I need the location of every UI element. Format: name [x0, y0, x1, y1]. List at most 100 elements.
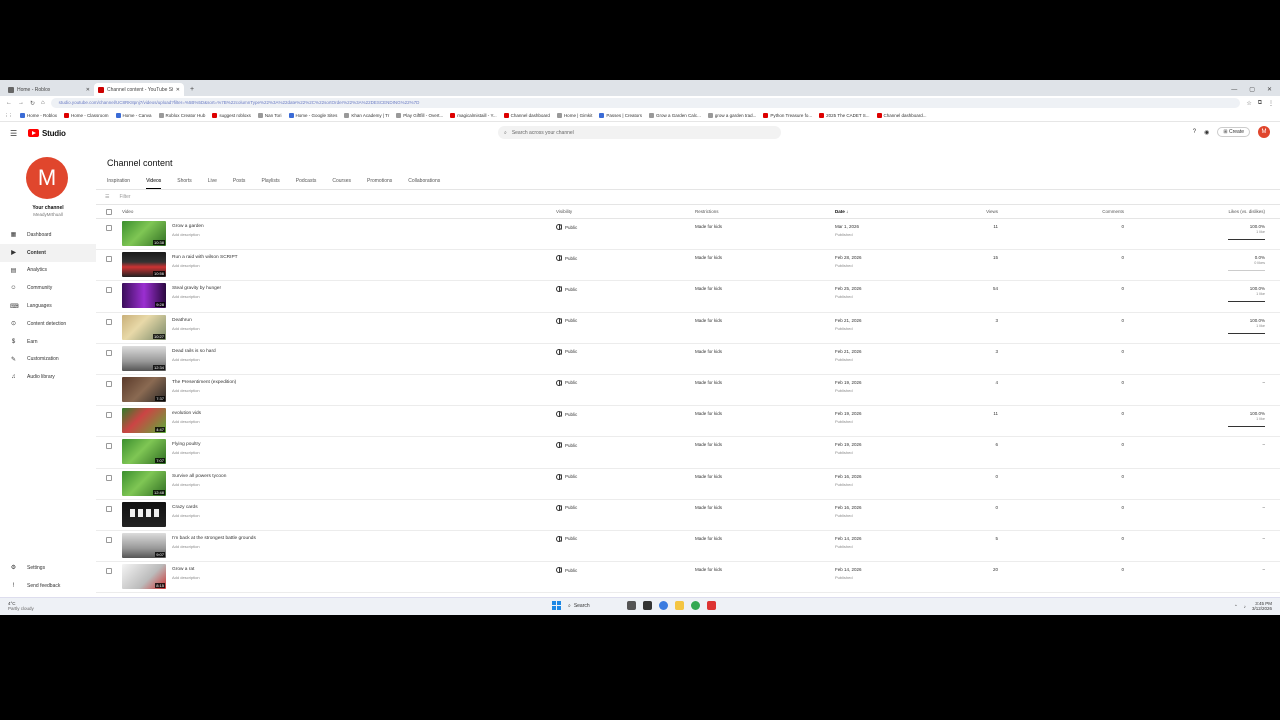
sidebar-item-community[interactable]: ☺ Community — [0, 279, 96, 297]
menu-icon[interactable]: ⋮ — [1268, 100, 1274, 107]
file-explorer-icon[interactable] — [675, 601, 684, 610]
tray-chevron-icon[interactable]: ⌃ — [1234, 604, 1238, 609]
tab-videos[interactable]: Videos — [146, 178, 162, 189]
visibility-cell[interactable]: Public — [556, 379, 577, 386]
bookmark-item[interactable]: Home - Roblox — [20, 113, 57, 118]
table-row[interactable]: 9:07 I'm back at the strongest battle gro… — [96, 531, 1280, 563]
bookmark-item[interactable]: suggest robloxs — [212, 113, 251, 118]
visibility-cell[interactable]: Public — [556, 317, 577, 324]
home-icon[interactable]: ⌂ — [41, 100, 45, 106]
taskbar-search[interactable]: ⌕ Search — [568, 603, 620, 609]
bookmark-item[interactable]: magicalmistaill - Y... — [450, 113, 497, 118]
tab-inspiration[interactable]: Inspiration — [107, 178, 130, 189]
video-thumbnail[interactable] — [122, 501, 166, 527]
video-thumbnail[interactable]: 8:15 — [122, 564, 166, 590]
edge-icon[interactable] — [659, 601, 668, 610]
sidebar-item-settings[interactable]: ⚙ Settings — [0, 559, 96, 577]
visibility-cell[interactable]: Public — [556, 411, 577, 418]
sidebar-item-send-feedback[interactable]: ! Send feedback — [0, 577, 96, 595]
filter-icon[interactable]: ☰ — [105, 194, 109, 200]
apps-icon[interactable]: ⋮⋮ — [4, 113, 13, 119]
visibility-cell[interactable]: Public — [556, 442, 577, 449]
tab-shorts[interactable]: Shorts — [177, 178, 191, 189]
video-thumbnail[interactable]: 12:34 — [122, 345, 166, 371]
tab-live[interactable]: Live — [208, 178, 217, 189]
row-checkbox[interactable] — [106, 505, 112, 512]
column-likes[interactable]: Likes (vs. dislikes) — [1196, 209, 1265, 214]
volume-icon[interactable]: ♪ — [1244, 604, 1246, 609]
visibility-cell[interactable]: Public — [556, 224, 577, 230]
video-thumbnail[interactable]: 7:07 — [122, 439, 166, 465]
close-icon[interactable]: ✕ — [1267, 86, 1272, 93]
minimize-icon[interactable]: — — [1231, 87, 1237, 93]
table-row[interactable]: 10:38 Grow a garden Add description Public M… — [96, 219, 1280, 251]
bookmark-item[interactable]: Khan Academy | Tr — [344, 113, 389, 118]
bookmark-item[interactable]: Nan Tori — [257, 113, 282, 118]
tab-playlists[interactable]: Playlists — [261, 178, 279, 189]
visibility-cell[interactable]: Public — [556, 348, 577, 355]
bookmark-item[interactable]: Home | Gimkit — [556, 113, 592, 118]
sidebar-item-content-detection[interactable]: ⊙ Content detection — [0, 315, 96, 333]
column-comments[interactable]: Comments — [1084, 209, 1124, 214]
video-thumbnail[interactable]: 4:47 — [122, 408, 166, 434]
help-icon[interactable]: ? — [1193, 129, 1196, 135]
video-title[interactable]: Dead rails is so hard — [172, 349, 216, 354]
video-thumbnail[interactable]: 10:56 — [122, 252, 166, 278]
create-button[interactable]: ⊞ Create — [1217, 127, 1250, 137]
bookmark-item[interactable]: Home - Classroom — [64, 113, 109, 118]
bookmark-item[interactable]: Grow a Garden Calc... — [649, 113, 701, 118]
new-tab-button[interactable]: + — [184, 83, 200, 96]
visibility-cell[interactable]: Public — [556, 473, 577, 480]
row-checkbox[interactable] — [106, 380, 112, 387]
channel-avatar[interactable]: M — [26, 157, 68, 199]
sidebar-item-content[interactable]: ▶ Content — [0, 243, 96, 262]
bookmark-item[interactable]: 2025 The CADET S... — [819, 113, 870, 118]
row-checkbox[interactable] — [106, 318, 112, 325]
visibility-cell[interactable]: Public — [556, 535, 577, 542]
column-date-sort[interactable]: Date ↓ — [835, 209, 848, 214]
video-title[interactable]: Grow a garden — [172, 224, 204, 229]
maximize-icon[interactable]: ▢ — [1249, 86, 1255, 93]
tab-close-icon[interactable]: ✕ — [86, 87, 90, 93]
tab-podcasts[interactable]: Podcasts — [296, 178, 317, 189]
video-thumbnail[interactable]: 10:38 — [122, 221, 166, 246]
row-checkbox[interactable] — [106, 287, 112, 294]
filter-input[interactable]: Filter — [119, 194, 130, 200]
tab-collaborations[interactable]: Collaborations — [408, 178, 440, 189]
video-title[interactable]: Flying poultry — [172, 442, 201, 447]
table-row[interactable]: 10:27 Deathrun Add description Public Made f… — [96, 313, 1280, 344]
windows-start-icon[interactable] — [552, 601, 561, 610]
video-title[interactable]: Deathrun — [172, 318, 192, 323]
video-thumbnail[interactable]: 12:48 — [122, 470, 166, 496]
table-row[interactable]: 10:56 Run a raid with wilson SCRIPT Add de… — [96, 250, 1280, 282]
hamburger-menu-icon[interactable]: ☰ — [10, 129, 24, 138]
studio-logo[interactable]: Studio — [28, 129, 66, 138]
app-icon[interactable] — [707, 601, 716, 610]
weather-widget[interactable]: 4°C Partly cloudy — [8, 601, 34, 611]
row-checkbox[interactable] — [106, 568, 112, 575]
table-row[interactable]: 9:28 Steal gravity by hunger Add descripti… — [96, 281, 1280, 313]
visibility-cell[interactable]: Public — [556, 286, 577, 293]
table-row[interactable]: 12:48 Survive all powers tycoon Add descri… — [96, 469, 1280, 500]
clock[interactable]: 3:45 PM 3/12/2026 — [1252, 601, 1272, 611]
select-all-checkbox[interactable] — [106, 209, 112, 215]
table-row[interactable]: 12:34 Dead rails is so hard Add descriptio… — [96, 344, 1280, 375]
table-row[interactable]: 4:47 evolution vids Add description Public M… — [96, 406, 1280, 438]
tab-posts[interactable]: Posts — [233, 178, 246, 189]
tab-close-icon[interactable]: ✕ — [176, 87, 180, 93]
video-title[interactable]: Run a raid with wilson SCRIPT — [172, 255, 238, 260]
browser-tab[interactable]: Channel content - YouTube St ✕ — [94, 83, 184, 96]
row-checkbox[interactable] — [106, 443, 112, 450]
video-thumbnail[interactable]: 7:37 — [122, 376, 166, 402]
account-avatar[interactable]: M — [1258, 126, 1270, 138]
row-checkbox[interactable] — [106, 225, 112, 231]
bookmark-star-icon[interactable]: ☆ — [1246, 100, 1251, 107]
sidebar-item-analytics[interactable]: ▤ Analytics — [0, 262, 96, 280]
visibility-cell[interactable]: Public — [556, 504, 577, 511]
row-checkbox[interactable] — [106, 474, 112, 481]
bookmark-item[interactable]: Home - Canva — [115, 113, 152, 118]
bookmark-item[interactable]: Passes | Creators — [599, 113, 642, 118]
reload-icon[interactable]: ↻ — [30, 100, 35, 107]
row-checkbox[interactable] — [106, 349, 112, 356]
column-views[interactable]: Views — [958, 209, 998, 214]
